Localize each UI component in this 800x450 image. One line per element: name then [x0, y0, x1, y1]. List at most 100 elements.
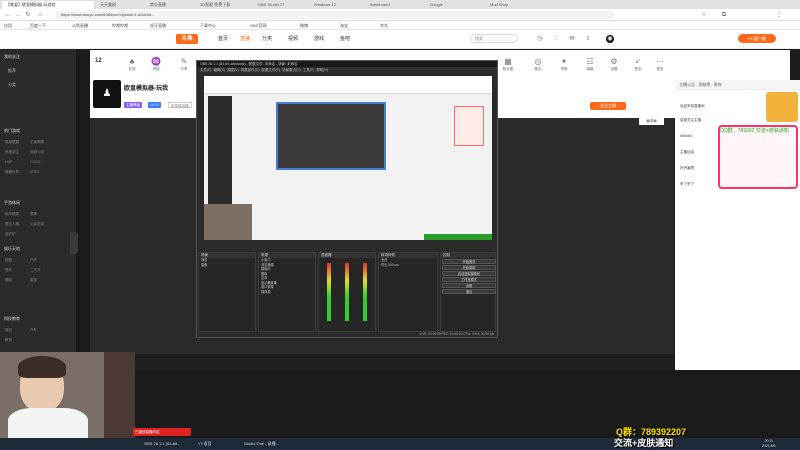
bookmark-item[interactable]: OBS官网 — [250, 22, 266, 29]
danmaku-icon[interactable]: ☷ 弹幕 — [582, 57, 598, 72]
sidebar-grid-item[interactable]: APEX — [30, 170, 39, 174]
sidebar-grid-item[interactable]: 绝地求生 — [5, 150, 19, 155]
sidebar-grid-item[interactable]: 穿越火线 — [30, 150, 44, 155]
bookmark-item[interactable]: 淘宝 — [340, 22, 348, 29]
start-recording-button[interactable]: 开始录制 — [442, 265, 496, 270]
sidebar-grid-item[interactable]: 火影忍者 — [30, 222, 44, 227]
back-icon[interactable]: ← — [4, 11, 12, 19]
pip-button[interactable]: 画中画 — [639, 118, 664, 125]
sidebar-grid-item[interactable]: 颜值 — [5, 258, 12, 263]
chat-tab[interactable]: 贡献榜 — [698, 82, 710, 87]
sidebar-grid-item[interactable]: DNF — [5, 160, 12, 164]
sidebar-collapse-handle[interactable] — [70, 232, 78, 254]
bookmark-item[interactable]: 微博 — [300, 22, 308, 29]
sidebar-grid-item[interactable]: 汽车 — [30, 328, 37, 333]
more-icon[interactable]: ⋯ 更多 — [652, 57, 668, 72]
obs-menu-item[interactable]: 停靠部件(D) — [241, 68, 260, 72]
browser-tab[interactable]: Dashboard — [370, 1, 414, 9]
sidebar-grid-item[interactable]: 魔兽世界 — [5, 170, 19, 175]
bookmark-item[interactable]: 斗鱼直播 — [72, 22, 88, 29]
sidebar-grid-item[interactable]: 数码 — [5, 328, 12, 333]
taskbar-app[interactable]: OBS 26.1.1 (64-bit... — [134, 439, 180, 449]
star-icon[interactable]: ☆ — [700, 11, 708, 19]
taskbar-app[interactable]: Studio One - 录播... — [234, 439, 279, 449]
source-item[interactable]: 媒体源 — [259, 290, 315, 295]
bookmark-item[interactable]: 百度一下 — [30, 22, 46, 29]
obs-menu-item[interactable]: 配置文件(P) — [262, 68, 281, 72]
obs-menu-item[interactable]: 编辑(E) — [213, 68, 225, 72]
settings-icon[interactable]: ⚙ 设置 — [606, 57, 622, 72]
upload-icon[interactable]: ⇪ — [584, 35, 592, 43]
scene-item[interactable]: 摄像 — [199, 263, 255, 268]
sidebar-grid-item[interactable]: 第五人格 — [5, 222, 19, 227]
browser-tab[interactable]: 天天美剧 — [100, 1, 144, 9]
sidebar-grid-item[interactable]: 和平精英 — [5, 212, 19, 217]
share-icon[interactable]: ✎ 分享 — [176, 57, 192, 72]
start-streaming-button[interactable]: 开始推流 — [442, 259, 496, 264]
bookmark-item[interactable]: 应用 — [4, 22, 12, 29]
sidebar-item[interactable]: 分类 — [8, 82, 16, 88]
obs-menu-item[interactable]: 帮助(H) — [316, 68, 328, 72]
sidebar-item[interactable]: 推荐 — [8, 68, 16, 74]
obs-menu-item[interactable]: 视图(V) — [227, 68, 239, 72]
streamer-avatar[interactable]: ♟ — [93, 80, 121, 108]
studio-mode-button[interactable]: 工作室模式 — [442, 277, 496, 282]
notification-popup[interactable]: 已播放直播内容 — [133, 428, 191, 436]
sidebar-grid-item[interactable]: 舞蹈 — [5, 278, 12, 283]
browser-tab[interactable]: OBS Studio 27 — [258, 1, 302, 9]
sidebar-grid-item[interactable]: 王者荣耀 — [30, 140, 44, 145]
menu-icon[interactable]: ⋮ — [775, 11, 783, 19]
home-icon[interactable]: ⌂ — [36, 11, 44, 19]
nav-game[interactable]: 游戏 — [314, 35, 324, 42]
report-icon[interactable]: ✦ 举报 — [556, 57, 572, 72]
virtual-camera-button[interactable]: 启动虚拟摄像机 — [442, 271, 496, 276]
exit-button[interactable]: 退出 — [442, 289, 496, 294]
history-icon[interactable]: ◷ — [536, 35, 544, 43]
url-field[interactable]: https://www.douyu.com/6384xxx?dyshid=1-d… — [55, 11, 615, 19]
browser-tab[interactable]: Windows 10 — [314, 1, 358, 9]
settings-button[interactable]: 设置 — [442, 283, 496, 288]
taskbar-app[interactable]: YY语音 — [188, 439, 211, 449]
obs-menu-item[interactable]: 文件(F) — [200, 68, 211, 72]
message-icon[interactable]: ✉ — [568, 35, 576, 43]
nav-fishbar[interactable]: 鱼吧 — [340, 35, 350, 42]
forward-icon[interactable]: → — [14, 11, 22, 19]
fan-club-icon[interactable]: ▦ 粉丝团 — [500, 57, 516, 72]
browser-tab[interactable]: Mod Shop — [490, 1, 534, 9]
obs-preview[interactable] — [204, 76, 492, 240]
bookmark-item[interactable]: 虎牙直播 — [150, 22, 166, 29]
sidebar-grid-item[interactable]: CSGO — [30, 160, 40, 164]
bookmark-item[interactable]: 京东 — [380, 22, 388, 29]
bookmark-item[interactable]: 下载中心 — [200, 22, 216, 29]
sidebar-grid-item[interactable]: 星秀 — [30, 278, 37, 283]
sidebar-grid-item[interactable]: 原神 — [30, 212, 37, 217]
gift-icon[interactable]: ♣ 礼物 — [124, 57, 140, 72]
nav-category[interactable]: 分类 — [262, 35, 272, 42]
sidebar-grid-item[interactable]: 户外 — [30, 258, 37, 263]
obs-menu-item[interactable]: 场景集合(S) — [282, 68, 301, 72]
search-input[interactable]: 搜索 — [470, 34, 518, 43]
extensions-icon[interactable]: ⧉ — [720, 11, 728, 19]
browser-tab[interactable]: Google — [430, 1, 474, 9]
promo-badge[interactable] — [766, 92, 798, 122]
fishball-icon[interactable]: ◎ 鱼丸 — [530, 57, 546, 72]
nav-video[interactable]: 视频 — [288, 35, 298, 42]
nav-live[interactable]: 直播 — [240, 35, 250, 42]
follow-icon[interactable]: ♡ — [552, 35, 560, 43]
site-logo[interactable]: 斗鱼 — [176, 34, 198, 44]
checkin-icon[interactable]: ✓ 签到 — [630, 57, 646, 72]
obs-menu-item[interactable]: 工具(T) — [303, 68, 314, 72]
sidebar-grid-item[interactable]: 二次元 — [30, 268, 41, 273]
taskbar-clock[interactable]: 20:11 2021/8/6 — [762, 439, 776, 449]
sidebar-grid-item[interactable]: 英雄联盟 — [5, 140, 19, 145]
pc-client-button[interactable]: PC客户端 — [738, 34, 776, 43]
sidebar-grid-item[interactable]: 金铲铲 — [5, 232, 16, 237]
transition-duration[interactable]: 时长 300 ms — [379, 263, 437, 268]
nav-home[interactable]: 首页 — [218, 35, 228, 42]
sidebar-grid-item[interactable]: 教育 — [5, 338, 12, 343]
browser-tab[interactable]: 商业直播 — [150, 1, 194, 9]
browser-tab[interactable]: 3D智能 免费下载 — [200, 1, 250, 9]
user-avatar-icon[interactable]: ◉ — [606, 35, 614, 43]
noble-icon[interactable]: ♒ 贵族 — [148, 57, 164, 72]
sidebar-grid-item[interactable]: 音乐 — [5, 268, 12, 273]
